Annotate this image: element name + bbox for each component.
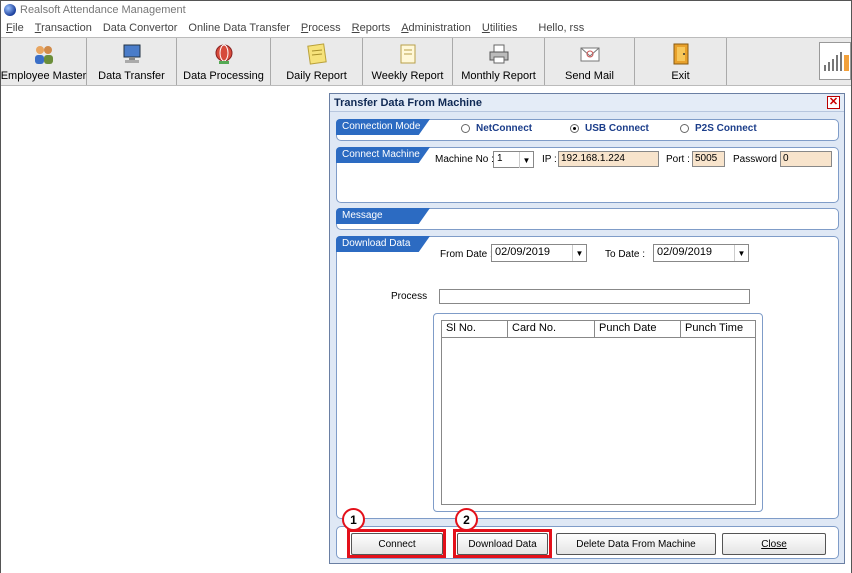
dialog-close-icon[interactable]: ✕ xyxy=(827,96,840,109)
radio-p2s-connect[interactable]: P2S Connect xyxy=(680,123,757,134)
toolbar-daily-report[interactable]: Daily Report xyxy=(271,38,363,85)
radio-netconnect[interactable]: NetConnect xyxy=(461,123,532,134)
machine-no-select[interactable]: 1 ▼ xyxy=(493,151,534,168)
machine-no-label: Machine No : xyxy=(435,154,494,165)
menu-transaction[interactable]: Transaction xyxy=(35,22,92,34)
exit-door-icon xyxy=(669,42,693,66)
toolbar-exit[interactable]: Exit xyxy=(635,38,727,85)
from-date-picker[interactable]: 02/09/2019 ▼ xyxy=(491,244,587,262)
menu-process[interactable]: Process xyxy=(301,22,341,34)
chevron-down-icon[interactable]: ▼ xyxy=(734,245,748,261)
connect-machine-tag: Connect Machine xyxy=(336,147,430,163)
radio-dot-icon xyxy=(680,124,689,133)
delete-data-button[interactable]: Delete Data From Machine xyxy=(556,533,716,555)
toolbar-employee-master[interactable]: Employee Master xyxy=(1,38,87,85)
greeting-text: Hello, rss xyxy=(538,21,585,34)
globe-icon xyxy=(212,42,236,66)
password-label: Password xyxy=(733,154,777,165)
dialog-title: Transfer Data From Machine xyxy=(330,94,844,112)
ip-label: IP : xyxy=(542,154,557,165)
toolbar-monthly-report[interactable]: Monthly Report xyxy=(453,38,545,85)
radio-dot-icon xyxy=(461,124,470,133)
download-highlight-box xyxy=(453,529,552,558)
step-1-badge: 1 xyxy=(342,508,365,531)
printer-icon xyxy=(487,42,511,66)
connect-highlight-box xyxy=(347,529,446,558)
radio-dot-selected-icon xyxy=(570,124,579,133)
brand-logo xyxy=(819,42,851,80)
radio-usb-connect[interactable]: USB Connect xyxy=(570,123,649,134)
app-logo-icon xyxy=(4,3,16,16)
chevron-down-icon[interactable]: ▼ xyxy=(519,152,533,168)
menu-administration[interactable]: Administration xyxy=(401,22,471,34)
grid-header: Sl No. Card No. Punch Date Punch Time xyxy=(442,321,755,338)
download-data-tag: Download Data xyxy=(336,236,430,252)
column-header[interactable]: Punch Time xyxy=(681,321,755,337)
process-progress-bar xyxy=(439,289,750,304)
document-icon xyxy=(396,42,420,66)
menu-bar: File Transaction Data Convertor Online D… xyxy=(1,18,851,37)
main-toolbar: Employee Master Data Transfer Data Proce… xyxy=(1,37,851,86)
column-header[interactable]: Punch Date xyxy=(595,321,681,337)
connection-mode-tag: Connection Mode xyxy=(336,119,430,135)
employees-icon xyxy=(32,42,56,66)
password-field[interactable]: 0 xyxy=(780,151,832,167)
toolbar-data-transfer[interactable]: Data Transfer xyxy=(87,38,177,85)
menu-utilities[interactable]: Utilities xyxy=(482,22,517,34)
port-label: Port : xyxy=(666,154,690,165)
punch-data-grid[interactable]: Sl No. Card No. Punch Date Punch Time xyxy=(441,320,756,505)
toolbar-weekly-report[interactable]: Weekly Report xyxy=(363,38,453,85)
column-header[interactable]: Card No. xyxy=(508,321,595,337)
menu-reports[interactable]: Reports xyxy=(352,22,391,34)
message-group: Message xyxy=(336,208,839,230)
column-header[interactable]: Sl No. xyxy=(442,321,508,337)
menu-online-data-transfer[interactable]: Online Data Transfer xyxy=(188,22,290,34)
menu-file[interactable]: File xyxy=(6,22,24,34)
from-date-label: From Date : xyxy=(440,249,493,260)
to-date-picker[interactable]: 02/09/2019 ▼ xyxy=(653,244,749,262)
window-title: Realsoft Attendance Management xyxy=(20,3,186,16)
chevron-down-icon[interactable]: ▼ xyxy=(572,245,586,261)
message-tag: Message xyxy=(336,208,430,224)
process-label: Process xyxy=(391,291,428,302)
toolbar-send-mail[interactable]: Send Mail xyxy=(545,38,635,85)
port-field[interactable]: 5005 xyxy=(692,151,725,167)
note-icon xyxy=(305,42,329,66)
envelope-icon xyxy=(578,42,602,66)
title-bar: Realsoft Attendance Management xyxy=(1,1,851,18)
ip-field[interactable]: 192.168.1.224 xyxy=(558,151,659,167)
to-date-label: To Date : xyxy=(605,249,646,260)
menu-data-convertor[interactable]: Data Convertor xyxy=(103,22,178,34)
computer-icon xyxy=(120,42,144,66)
toolbar-data-processing[interactable]: Data Processing xyxy=(177,38,271,85)
close-button[interactable]: Close xyxy=(722,533,826,555)
step-2-badge: 2 xyxy=(455,508,478,531)
